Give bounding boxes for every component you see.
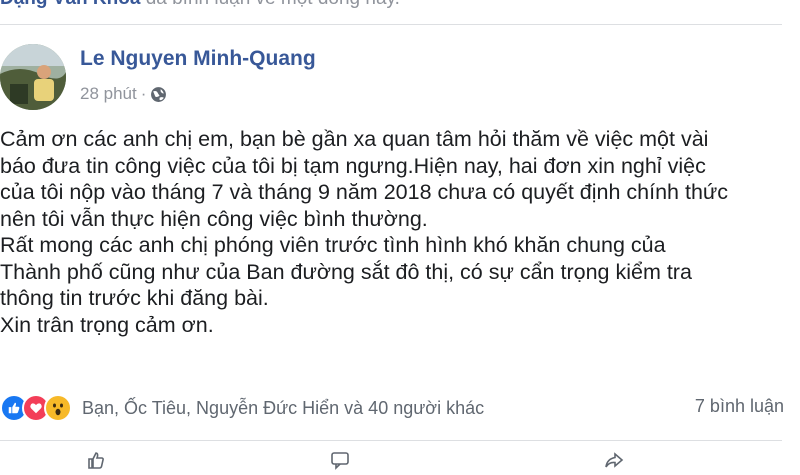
reactors-summary[interactable]: Bạn, Ốc Tiêu, Nguyễn Đức Hiển và 40 ngườ… bbox=[82, 398, 484, 419]
post-line: Xin trân trọng cảm ơn. bbox=[0, 312, 214, 337]
globe-icon[interactable] bbox=[150, 86, 167, 103]
reaction-icons[interactable] bbox=[0, 394, 72, 422]
reactions-row: Bạn, Ốc Tiêu, Nguyễn Đức Hiển và 40 ngườ… bbox=[0, 394, 790, 422]
avatar-photo bbox=[0, 44, 66, 110]
post-body: Cảm ơn các anh chị em, bạn bè gần xa qua… bbox=[0, 126, 790, 338]
meta-separator: · bbox=[140, 84, 147, 103]
post-author-name[interactable]: Le Nguyen Minh-Quang bbox=[80, 47, 316, 71]
post-line: báo đưa tin công việc của tôi bị tạm ngư… bbox=[0, 153, 706, 178]
post-line: Thành phố cũng như của Ban đường sắt đô … bbox=[0, 259, 692, 284]
post-timestamp[interactable]: 28 phút bbox=[80, 84, 137, 104]
post-meta: 28 phút · bbox=[80, 84, 167, 104]
post-line: Cảm ơn các anh chị em, bạn bè gần xa qua… bbox=[0, 127, 709, 151]
like-action-icon[interactable] bbox=[86, 450, 106, 470]
post-line: thông tin trước khi đăng bài. bbox=[0, 286, 269, 310]
commenter-name[interactable]: Đặng Văn Khoa bbox=[0, 0, 140, 9]
avatar[interactable] bbox=[0, 44, 66, 110]
previous-comment-notice: Đặng Văn Khoa đã bình luận về một dòng n… bbox=[0, 0, 800, 12]
post-line: nên tôi vẫn thực hiện công việc bình thư… bbox=[0, 206, 428, 231]
post-line: Rất mong các anh chị phóng viên trước tì… bbox=[0, 233, 666, 257]
divider bbox=[0, 440, 782, 441]
post-line: của tôi nộp vào tháng 7 và tháng 9 năm 2… bbox=[0, 180, 729, 204]
comment-action-icon[interactable] bbox=[330, 450, 350, 470]
share-action-icon[interactable] bbox=[604, 450, 624, 470]
wow-icon bbox=[44, 394, 72, 422]
action-bar bbox=[0, 450, 790, 470]
comment-count[interactable]: 7 bình luận bbox=[695, 396, 784, 417]
divider bbox=[0, 24, 782, 25]
comment-notice-text: đã bình luận về một dòng này. bbox=[146, 0, 400, 9]
